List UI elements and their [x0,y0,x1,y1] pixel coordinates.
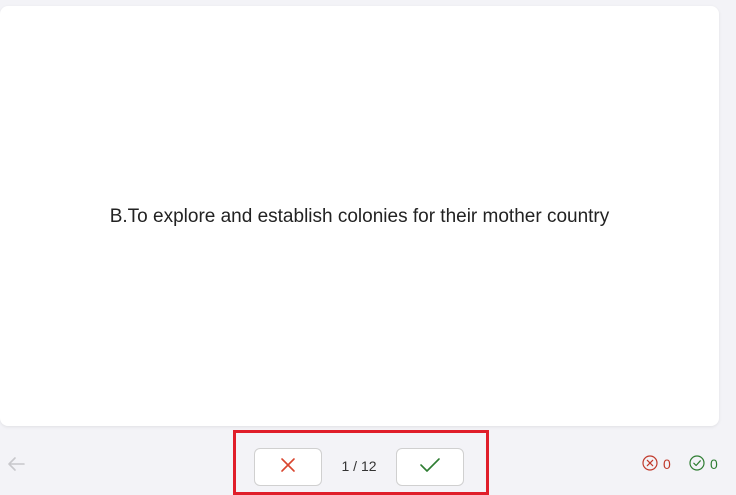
card-counter: 1 / 12 [341,458,377,474]
flashcard[interactable]: B.To explore and establish colonies for … [0,6,719,426]
flashcard-text: B.To explore and establish colonies for … [109,206,610,227]
x-icon [279,456,297,479]
check-circle-icon [689,454,710,474]
mark-wrong-button[interactable] [254,448,322,486]
mark-right-button[interactable] [396,448,464,486]
arrow-left-icon[interactable] [6,455,26,473]
right-score: 0 [689,454,718,474]
x-circle-icon [642,454,663,474]
wrong-score: 0 [642,454,671,474]
right-score-count: 0 [710,456,718,472]
checkmark-icon [419,456,441,479]
wrong-score-count: 0 [663,456,671,472]
